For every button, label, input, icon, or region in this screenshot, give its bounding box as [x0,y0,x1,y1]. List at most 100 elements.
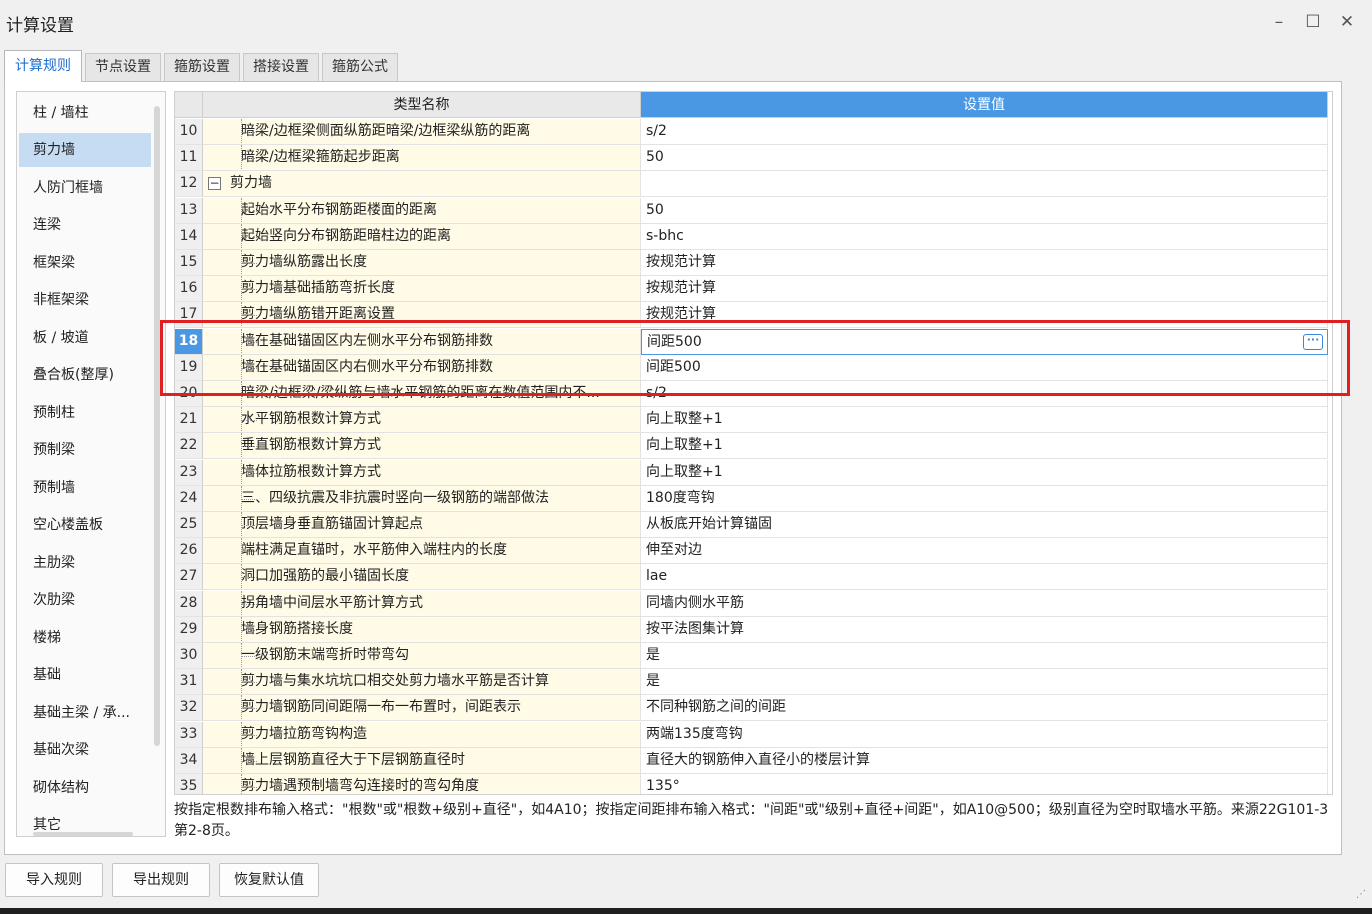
sidebar-item-precast-beam[interactable]: 预制梁 [19,433,151,467]
close-icon[interactable]: ✕ [1336,11,1358,33]
type-name-cell: 剪力墙基础插筋弯折长度 [203,276,641,303]
tree-branch [241,420,257,422]
setting-value-cell[interactable]: 135° [641,774,1328,794]
sidebar-item-coupling-beam[interactable]: 连梁 [19,208,151,242]
table-row[interactable]: 15 剪力墙纵筋露出长度 按规范计算 [175,250,1328,276]
table-row[interactable]: 24 三、四级抗震及非抗震时竖向一级钢筋的端部做法 180度弯钩 [175,485,1328,512]
setting-value-cell[interactable]: 180度弯钩 [641,485,1328,512]
sidebar-item-secondary-rib-beam[interactable]: 次肋梁 [19,583,151,617]
table-row[interactable]: 10 暗梁/边框梁侧面纵筋距暗梁/边框梁纵筋的距离 s/2 [175,119,1328,145]
setting-value-cell[interactable]: 按平法图集计算 [641,616,1328,643]
table-row[interactable]: 28 拐角墙中间层水平筋计算方式 同墙内侧水平筋 [175,590,1328,617]
setting-value-cell[interactable]: 向上取整+1 [641,433,1328,460]
table-row[interactable]: 13 起始水平分布钢筋距楼面的距离 50 [175,197,1328,224]
table-row[interactable]: 25 顶层墙身垂直筋锚固计算起点 从板底开始计算锚固 [175,512,1328,538]
sidebar-item-column[interactable]: 柱 / 墙柱 [19,96,151,130]
table-row[interactable]: 11 暗梁/边框梁箍筋起步距离 50 [175,145,1328,172]
table-row[interactable]: 26 端柱满足直锚时，水平筋伸入端柱内的长度 伸至对边 [175,538,1328,565]
type-name-text: 剪力墙遇预制墙弯勾连接时的弯勾角度 [241,778,479,794]
collapse-icon[interactable]: − [208,177,221,191]
type-name-cell: 三、四级抗震及非抗震时竖向一级钢筋的端部做法 [203,485,641,512]
tab-stirrup-settings[interactable]: 箍筋设置 [164,53,240,81]
sidebar-item-foundation-main-beam[interactable]: 基础主梁 / 承... [19,696,151,730]
table-row[interactable]: 14 起始竖向分布钢筋距暗柱边的距离 s-bhc [175,223,1328,250]
table-row[interactable]: 32 剪力墙钢筋同间距隔一布一布置时，间距表示 不同种钢筋之间的间距 [175,695,1328,722]
setting-value-cell[interactable]: s/2 [641,119,1328,145]
type-name-text: 三、四级抗震及非抗震时竖向一级钢筋的端部做法 [241,489,549,506]
minimize-icon[interactable]: – [1268,11,1290,33]
sidebar-item-precast-wall[interactable]: 预制墙 [19,471,151,505]
window-title: 计算设置 [6,16,74,36]
setting-value-cell[interactable]: 不同种钢筋之间的间距 [641,695,1328,722]
setting-value-cell[interactable] [641,171,1328,198]
sidebar-scrollbar[interactable] [154,106,160,746]
tab-node-settings[interactable]: 节点设置 [85,53,161,81]
sidebar-item-slab-ramp[interactable]: 板 / 坡道 [19,321,151,355]
setting-value-text: 50 [646,149,664,166]
tab-calc-rules[interactable]: 计算规则 [4,50,82,82]
maximize-icon[interactable]: ☐ [1302,11,1324,33]
table-row[interactable]: 33 剪力墙拉筋弯钩构造 两端135度弯钩 [175,721,1328,748]
table-row[interactable]: 34 墙上层钢筋直径大于下层钢筋直径时 直径大的钢筋伸入直径小的楼层计算 [175,747,1328,774]
sidebar-item-composite-slab[interactable]: 叠合板(整厚) [19,358,151,392]
table-row[interactable]: 30 一级钢筋末端弯折时带弯勾 是 [175,643,1328,669]
table-row[interactable]: 31 剪力墙与集水坑坑口相交处剪力墙水平筋是否计算 是 [175,669,1328,696]
setting-value-text: 135° [646,778,680,794]
table-row[interactable]: 16 剪力墙基础插筋弯折长度 按规范计算 [175,276,1328,303]
row-number: 31 [175,669,203,696]
tab-lap-settings[interactable]: 搭接设置 [243,53,319,81]
type-name-text: 墙身钢筋搭接长度 [241,620,353,637]
setting-value-cell[interactable]: 50 [641,197,1328,224]
table-row[interactable]: 22 垂直钢筋根数计算方式 向上取整+1 [175,433,1328,460]
tree-branch [241,787,257,788]
table-row[interactable]: 23 墙体拉筋根数计算方式 向上取整+1 [175,459,1328,486]
setting-value-cell[interactable]: 按规范计算 [641,250,1328,276]
table-row[interactable]: 12− 剪力墙 [175,171,1328,198]
table-row[interactable]: 21 水平钢筋根数计算方式 向上取整+1 [175,407,1328,434]
setting-value-cell[interactable]: 50 [641,145,1328,172]
import-rules-button[interactable]: 导入规则 [5,863,103,897]
table-row[interactable]: 35 剪力墙遇预制墙弯勾连接时的弯勾角度 135° [175,774,1328,794]
setting-value-cell[interactable]: 从板底开始计算锚固 [641,512,1328,538]
setting-value-cell[interactable]: lae [641,564,1328,591]
sidebar-item-precast-column[interactable]: 预制柱 [19,396,151,430]
type-name-cell: 顶层墙身垂直筋锚固计算起点 [203,512,641,538]
type-name-cell: 洞口加强筋的最小锚固长度 [203,564,641,591]
setting-value-cell[interactable]: 同墙内侧水平筋 [641,590,1328,617]
sidebar-item-frame-beam[interactable]: 框架梁 [19,246,151,280]
sidebar-horizontal-scrollbar[interactable] [33,832,133,836]
export-rules-button[interactable]: 导出规则 [112,863,210,897]
sidebar-item-stairs[interactable]: 楼梯 [19,621,151,655]
setting-value-cell[interactable]: 伸至对边 [641,538,1328,565]
table-row[interactable]: 27 洞口加强筋的最小锚固长度 lae [175,564,1328,591]
table-row[interactable]: 29 墙身钢筋搭接长度 按平法图集计算 [175,616,1328,643]
tree-branch [241,158,257,160]
restore-defaults-button[interactable]: 恢复默认值 [219,863,319,897]
setting-value-cell[interactable]: s-bhc [641,223,1328,250]
setting-value-cell[interactable]: 是 [641,643,1328,669]
resize-grip-icon[interactable]: ⋰ [1356,890,1368,904]
sidebar-item-civil-defense-wall[interactable]: 人防门框墙 [19,171,151,205]
sidebar-item-masonry[interactable]: 砌体结构 [19,771,151,805]
sidebar-item-non-frame-beam[interactable]: 非框架梁 [19,283,151,317]
title-bar: 计算设置 – ☐ ✕ [0,0,1372,44]
setting-value-cell[interactable]: 是 [641,669,1328,696]
setting-value-cell[interactable]: 直径大的钢筋伸入直径小的楼层计算 [641,747,1328,774]
type-name-header[interactable]: 类型名称 [203,92,641,118]
row-number: 10 [175,119,203,145]
setting-value-cell[interactable]: 两端135度弯钩 [641,721,1328,748]
setting-value-header[interactable]: 设置值 [641,92,1328,118]
sidebar-item-main-rib-beam[interactable]: 主肋梁 [19,546,151,580]
setting-value-cell[interactable]: 向上取整+1 [641,459,1328,486]
sidebar-item-hollow-floor[interactable]: 空心楼盖板 [19,508,151,542]
sidebar-item-shear-wall[interactable]: 剪力墙 [19,133,151,167]
type-name-text: 剪力墙纵筋露出长度 [241,254,367,270]
row-number: 24 [175,485,203,512]
tab-stirrup-formula[interactable]: 箍筋公式 [322,53,398,81]
setting-value-cell[interactable]: 向上取整+1 [641,407,1328,434]
sidebar-item-foundation-secondary-beam[interactable]: 基础次梁 [19,733,151,767]
type-name-cell: 剪力墙钢筋同间距隔一布一布置时，间距表示 [203,695,641,722]
row-number: 13 [175,197,203,224]
setting-value-cell[interactable]: 按规范计算 [641,276,1328,303]
sidebar-item-foundation[interactable]: 基础 [19,658,151,692]
